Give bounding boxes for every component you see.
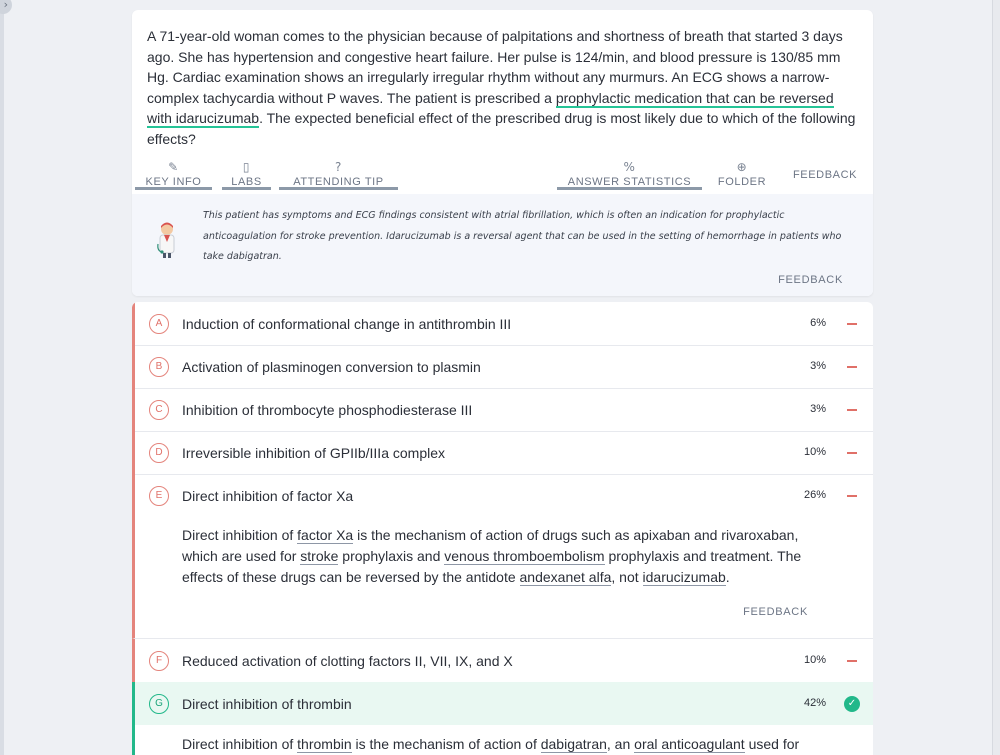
tab-folder[interactable]: ⊕ FOLDER	[712, 158, 772, 190]
minus-icon	[847, 366, 857, 368]
tab-answer-statistics-label: ANSWER STATISTICS	[567, 176, 692, 188]
answer-percentage: 3%	[810, 403, 826, 415]
minus-icon	[847, 660, 857, 662]
explanation-feedback-button[interactable]: FEEDBACK	[743, 606, 808, 618]
tab-key-info-label: KEY INFO	[145, 176, 202, 188]
explanation-link[interactable]: dabigatran	[540, 736, 607, 753]
plus-circle-icon: ⊕	[736, 160, 748, 174]
answer-letter: A	[149, 314, 169, 334]
explanation-link[interactable]: thrombin	[297, 736, 352, 753]
explanation-text: prophylaxis and	[338, 547, 445, 564]
scrollbar-track[interactable]	[992, 0, 1000, 755]
explanation-text: Direct inhibition of	[182, 736, 298, 752]
answer-choice-f[interactable]: F Reduced activation of clotting factors…	[132, 639, 873, 683]
answer-list: A Induction of conformational change in …	[132, 302, 873, 755]
answer-text: Induction of conformational change in an…	[182, 316, 512, 332]
minus-icon	[847, 409, 857, 411]
answer-percentage: 10%	[803, 446, 826, 458]
answer-percentage: 42%	[803, 697, 826, 709]
explanation-link[interactable]: idarucizumab	[642, 568, 726, 586]
explanation-link[interactable]: venous thromboembolism	[444, 547, 605, 565]
minus-icon	[847, 323, 857, 325]
answer-percentage: 26%	[803, 489, 826, 501]
answer-choice-b[interactable]: B Activation of plasminogen conversion t…	[132, 345, 873, 389]
answer-explanation: Direct inhibition of factor Xa is the me…	[135, 517, 873, 587]
left-panel-strip	[0, 0, 4, 755]
chevron-right-icon: ›	[3, 0, 8, 11]
question-toolbar: ✎ KEY INFO ▯ LABS ? ATTENDING TIP % ANSW…	[132, 158, 873, 194]
expand-sidebar-button[interactable]: ›	[0, 0, 12, 14]
tab-key-info[interactable]: ✎ KEY INFO	[135, 158, 212, 190]
answer-choice-c[interactable]: C Inhibition of thrombocyte phosphodiest…	[132, 388, 873, 432]
explanation-link[interactable]: oral anticoagulant	[634, 736, 745, 753]
answer-text: Direct inhibition of thrombin	[182, 696, 352, 712]
minus-icon	[847, 452, 857, 454]
clipboard-icon: ▯	[242, 160, 251, 174]
tab-folder-label: FOLDER	[717, 176, 767, 188]
check-circle-icon: ✓	[844, 696, 860, 712]
answer-text: Direct inhibition of factor Xa	[182, 488, 354, 504]
answer-explanation: Direct inhibition of thrombin is the mec…	[135, 725, 873, 755]
answer-choice-g[interactable]: G Direct inhibition of thrombin 42% ✓ Di…	[132, 682, 873, 755]
question-circle-icon: ?	[335, 160, 342, 174]
answer-letter: F	[149, 651, 169, 671]
tab-labs[interactable]: ▯ LABS	[222, 158, 271, 190]
answer-text: Activation of plasminogen conversion to …	[182, 359, 481, 375]
answer-letter: B	[149, 357, 169, 377]
attending-tip-panel: This patient has symptoms and ECG findin…	[132, 194, 873, 296]
answer-choice-a[interactable]: A Induction of conformational change in …	[132, 302, 873, 346]
answer-letter: C	[149, 400, 169, 420]
minus-icon	[847, 495, 857, 497]
explanation-text: Direct inhibition of	[182, 527, 298, 543]
answer-letter: E	[149, 486, 169, 506]
tab-attending-tip[interactable]: ? ATTENDING TIP	[279, 158, 398, 190]
answer-letter: D	[149, 443, 169, 463]
explanation-text: , an	[606, 736, 635, 752]
tip-feedback-button[interactable]: FEEDBACK	[778, 274, 843, 286]
feedback-button-label: FEEDBACK	[792, 169, 858, 181]
explanation-text: used for	[744, 736, 800, 752]
answer-letter: G	[149, 694, 169, 714]
percent-icon: %	[623, 160, 636, 174]
doctor-avatar-icon	[157, 222, 175, 258]
tab-attending-tip-label: ATTENDING TIP	[293, 176, 384, 188]
answer-percentage: 10%	[803, 654, 826, 666]
attending-tip-text: This patient has symptoms and ECG findin…	[203, 210, 842, 263]
explanation-text: , not	[611, 568, 643, 585]
explanation-text: .	[725, 568, 730, 585]
answer-choice-e[interactable]: E Direct inhibition of factor Xa 26% Dir…	[132, 474, 873, 639]
answer-percentage: 6%	[810, 317, 826, 329]
answer-percentage: 3%	[810, 360, 826, 372]
pencil-icon: ✎	[168, 160, 179, 174]
tab-answer-statistics[interactable]: % ANSWER STATISTICS	[557, 158, 702, 190]
tab-labs-label: LABS	[231, 176, 262, 188]
explanation-link[interactable]: andexanet alfa	[519, 568, 612, 586]
answer-text: Reduced activation of clotting factors I…	[182, 653, 513, 669]
answer-text: Inhibition of thrombocyte phosphodiester…	[182, 402, 473, 418]
explanation-link[interactable]: factor Xa	[297, 527, 354, 544]
explanation-link[interactable]: stroke	[300, 547, 339, 565]
question-card: A 71-year-old woman comes to the physici…	[132, 10, 873, 296]
answer-choice-d[interactable]: D Irreversible inhibition of GPIIb/IIIa …	[132, 431, 873, 475]
question-stem: A 71-year-old woman comes to the physici…	[147, 26, 859, 150]
explanation-text: is the mechanism of action of	[351, 736, 541, 752]
answer-text: Irreversible inhibition of GPIIb/IIIa co…	[182, 445, 446, 461]
